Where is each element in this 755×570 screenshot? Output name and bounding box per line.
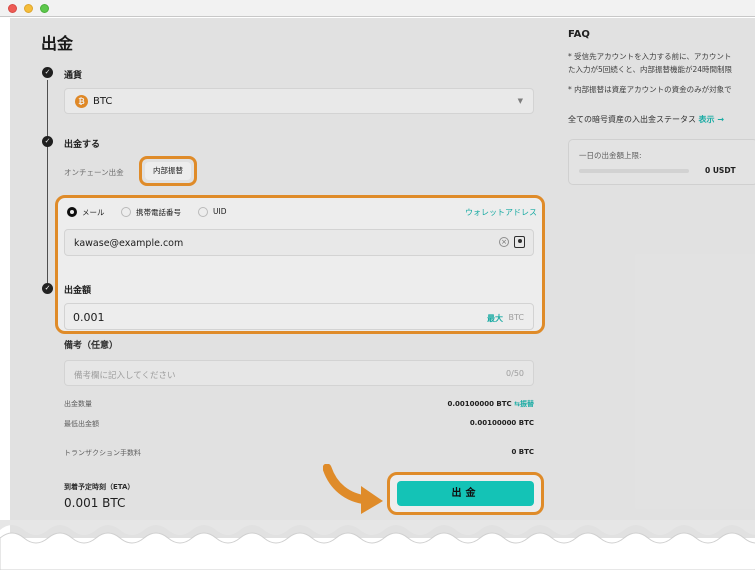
recipient-type-radios: メール 携帯電話番号 UID ウォレットアドレス xyxy=(67,206,537,218)
memo-label: 備考（任意） xyxy=(64,341,119,351)
summary-row-minimum: 最低出金額 0.00100000 BTC xyxy=(64,419,534,431)
amount-unit: BTC xyxy=(508,313,525,322)
summary-value: 0.00100000 BTC ⇆振替 xyxy=(448,399,535,409)
faq-line: た入力が5回続くと、内部振替機能が24時間制限 xyxy=(568,65,733,74)
pointer-arrow-icon xyxy=(323,464,383,514)
withdraw-submit-button[interactable]: 出金 xyxy=(397,481,534,506)
radio-dot xyxy=(67,207,77,217)
title-bar xyxy=(0,0,755,17)
tab-internal-transfer-highlight: 内部振替 xyxy=(139,156,197,186)
email-value: kawase@example.com xyxy=(74,238,184,249)
tab-internal-transfer[interactable]: 内部振替 xyxy=(145,162,191,180)
submit-highlight: 出金 xyxy=(387,472,544,515)
radio-email-label: メール xyxy=(82,208,105,217)
bitcoin-icon: ₿ xyxy=(75,95,88,108)
email-field[interactable]: kawase@example.com × xyxy=(64,229,534,256)
memo-counter: 0/50 xyxy=(506,369,524,378)
step-connector xyxy=(47,80,48,290)
radio-phone-label: 携帯電話番号 xyxy=(136,208,181,217)
torn-edge-decoration xyxy=(0,520,755,570)
tab-onchain-withdraw[interactable]: オンチェーン出金 xyxy=(64,167,124,178)
memo-placeholder: 備考欄に記入してください xyxy=(74,371,176,381)
summary-value: 0.00100000 BTC xyxy=(469,419,534,427)
deposit-status-line: 全ての暗号資産の入出金ステータス 表示 → xyxy=(568,114,724,125)
max-button[interactable]: 最大 xyxy=(487,313,503,324)
clear-icon[interactable]: × xyxy=(499,237,509,247)
currency-label: 通貨 xyxy=(64,71,83,81)
contact-book-icon[interactable] xyxy=(514,236,525,248)
daily-limit-card: 一日の出金額上限: 0 USDT xyxy=(568,139,755,185)
summary-key: トランザクション手数料 xyxy=(64,449,141,457)
step-check-icon: ✓ xyxy=(42,283,53,294)
currency-select[interactable]: ₿ BTC ▼ xyxy=(64,88,534,114)
memo-field[interactable]: 備考欄に記入してください 0/50 xyxy=(64,360,534,386)
summary-value-text: 0.00100000 BTC xyxy=(447,400,512,408)
faq-title: FAQ xyxy=(568,29,590,40)
radio-dot xyxy=(198,207,208,217)
radio-uid-label: UID xyxy=(213,207,227,216)
summary-value: 0 BTC xyxy=(511,448,534,456)
wallet-address-link[interactable]: ウォレットアドレス xyxy=(465,207,537,218)
close-window-button[interactable] xyxy=(8,4,17,13)
eta-label: 到着予定時刻（ETA） xyxy=(64,483,135,491)
summary-row-fee: トランザクション手数料 0 BTC xyxy=(64,448,534,460)
deposit-status-text: 全ての暗号資産の入出金ステータス xyxy=(568,115,696,124)
withdraw-page: 出金 ✓ 通貨 ₿ BTC ▼ ✓ 出金する オンチェーン出金 内部振替 ✓ メ… xyxy=(10,18,755,538)
chevron-down-icon: ▼ xyxy=(517,97,523,105)
amount-field[interactable]: 0.001 最大 BTC xyxy=(64,303,534,330)
summary-row-quantity: 出金数量 0.00100000 BTC ⇆振替 xyxy=(64,399,534,411)
app-window: 出金 ✓ 通貨 ₿ BTC ▼ ✓ 出金する オンチェーン出金 内部振替 ✓ メ… xyxy=(0,0,755,570)
zoom-window-button[interactable] xyxy=(40,4,49,13)
step-check-icon: ✓ xyxy=(42,136,53,147)
daily-limit-label: 一日の出金額上限: xyxy=(579,151,642,160)
deposit-status-link[interactable]: 表示 → xyxy=(699,115,725,124)
eta-value: 0.001 BTC xyxy=(64,496,126,510)
faq-line: * 内部振替は資産アカウントの資金のみが対象で xyxy=(568,85,732,94)
radio-dot xyxy=(121,207,131,217)
minimize-window-button[interactable] xyxy=(24,4,33,13)
step-check-icon: ✓ xyxy=(42,67,53,78)
swap-link[interactable]: ⇆振替 xyxy=(514,400,534,408)
amount-value: 0.001 xyxy=(73,311,105,324)
page-title: 出金 xyxy=(41,34,74,53)
summary-key: 出金数量 xyxy=(64,400,92,408)
summary-key: 最低出金額 xyxy=(64,420,99,428)
daily-limit-bar xyxy=(579,169,689,173)
daily-limit-value: 0 USDT xyxy=(705,166,736,175)
recipient-amount-highlight: メール 携帯電話番号 UID ウォレットアドレス kawase@example.… xyxy=(55,195,545,334)
currency-value: BTC xyxy=(93,96,113,107)
faq-line: * 受信先アカウントを入力する前に、アカウント xyxy=(568,52,732,61)
withdraw-label: 出金する xyxy=(64,140,101,150)
amount-label: 出金額 xyxy=(64,286,92,296)
